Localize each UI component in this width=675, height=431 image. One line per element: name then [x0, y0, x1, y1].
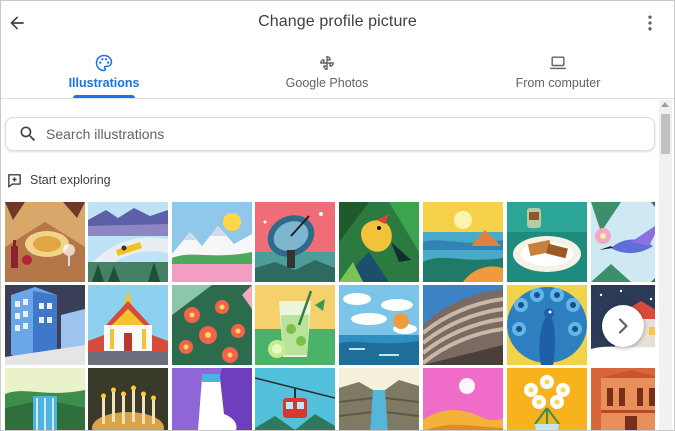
- tab-google-photos[interactable]: Google Photos: [284, 47, 370, 98]
- illustration-tile-flower-garden[interactable]: [172, 285, 252, 365]
- search-box[interactable]: [5, 117, 655, 151]
- illustration-tile-bobsled-track[interactable]: [88, 202, 168, 282]
- illustration-tile-waterfall-cliff[interactable]: [5, 368, 85, 430]
- start-exploring-section: Start exploring: [5, 170, 111, 190]
- illustration-grid: [5, 202, 655, 430]
- chevron-right-icon: [618, 318, 628, 334]
- tab-illustrations[interactable]: Illustrations: [69, 47, 139, 98]
- illustration-tile-clouds-sea[interactable]: [339, 285, 419, 365]
- tab-label: From computer: [515, 76, 601, 90]
- illustration-tile-hummingbird[interactable]: [591, 202, 655, 282]
- illustration-tile-thai-temple[interactable]: [88, 285, 168, 365]
- more-vert-icon: [648, 15, 652, 31]
- illustration-tile-jungle-bird[interactable]: [339, 202, 419, 282]
- tab-bar: Illustrations Google Photos From compute…: [1, 47, 674, 99]
- illustration-tile-river-canyon[interactable]: [339, 368, 419, 430]
- illustration-tile-sunny-coast[interactable]: [423, 202, 503, 282]
- illustration-tile-city-buildings[interactable]: [5, 285, 85, 365]
- active-tab-indicator: [73, 95, 135, 98]
- illustration-tile-birthday-candles[interactable]: [88, 368, 168, 430]
- illustration-tile-pink-dunes[interactable]: [423, 368, 503, 430]
- illustration-tile-cable-car[interactable]: [255, 368, 335, 430]
- illustration-tile-flower-vase[interactable]: [507, 368, 587, 430]
- scroll-up-arrow-icon[interactable]: [661, 102, 669, 107]
- more-options-button[interactable]: [638, 11, 662, 35]
- palette-icon: [95, 54, 113, 72]
- illustration-tile-mountain-meadow[interactable]: [172, 202, 252, 282]
- next-page-button[interactable]: [602, 305, 644, 347]
- profile-picture-dialog: Change profile picture Illustrations Goo…: [0, 0, 675, 431]
- illustration-tile-ice-skate[interactable]: [172, 368, 252, 430]
- search-input[interactable]: [46, 126, 606, 142]
- illustration-tile-striped-hills[interactable]: [423, 285, 503, 365]
- illustration-tile-satellite-dish[interactable]: [255, 202, 335, 282]
- illustration-tile-petra-facade[interactable]: [591, 368, 655, 430]
- illustration-tile-mojito-glass[interactable]: [255, 285, 335, 365]
- laptop-icon: [550, 56, 566, 70]
- header: Change profile picture: [1, 1, 674, 45]
- search-icon: [20, 126, 36, 142]
- scrollbar[interactable]: [659, 100, 672, 430]
- illustration-tile-peacock[interactable]: [507, 285, 587, 365]
- pinwheel-icon: [320, 56, 334, 70]
- section-label: Start exploring: [30, 173, 111, 187]
- illustration-tile-pastry-plate[interactable]: [507, 202, 587, 282]
- scroll-thumb[interactable]: [661, 114, 670, 154]
- add-box-icon: [7, 173, 21, 188]
- page-title: Change profile picture: [258, 13, 417, 30]
- tab-label: Google Photos: [285, 76, 369, 90]
- illustration-tile-tuscan-food-table[interactable]: [5, 202, 85, 282]
- tab-from-computer[interactable]: From computer: [513, 47, 603, 98]
- tab-label: Illustrations: [68, 76, 140, 90]
